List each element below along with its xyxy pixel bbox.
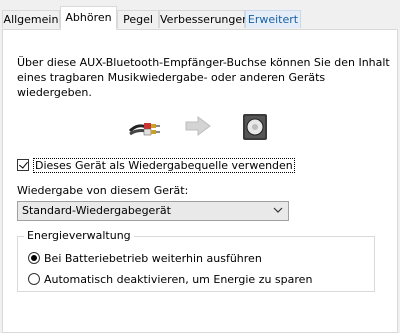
playback-device-select[interactable]: Standard-Wiedergabegerät <box>17 201 289 221</box>
tab-erweitert[interactable]: Erweitert <box>245 10 301 28</box>
audio-cable-icon <box>128 123 160 136</box>
chevron-down-icon <box>273 207 283 213</box>
description-line-2: eines tragbaren Musikwiedergabe- oder an… <box>17 71 326 84</box>
radio-label-auto-disable[interactable]: Automatisch deaktivieren, um Energie zu … <box>44 273 312 286</box>
description-line-3: wiedergeben. <box>17 86 92 99</box>
radio-button-auto-disable[interactable] <box>28 273 40 285</box>
tab-abhoeren[interactable]: Abhören <box>60 6 117 30</box>
speaker-icon <box>243 114 267 140</box>
listen-checkbox-label[interactable]: Dieses Gerät als Wiedergabequelle verwen… <box>33 157 295 173</box>
tab-strip: Allgemein Abhören Pegel Verbesserungen E… <box>0 0 400 30</box>
playback-device-value: Standard-Wiedergabegerät <box>22 204 171 217</box>
radio-keep-running[interactable]: Bei Batteriebetrieb weiterhin ausführen <box>28 251 262 265</box>
flow-illustration <box>128 112 273 142</box>
right-arrow-icon <box>185 116 211 136</box>
listen-checkbox-row[interactable]: Dieses Gerät als Wiedergabequelle verwen… <box>17 157 295 173</box>
radio-auto-disable[interactable]: Automatisch deaktivieren, um Energie zu … <box>28 272 312 286</box>
listen-checkbox[interactable] <box>17 159 29 171</box>
radio-label-keep-running[interactable]: Bei Batteriebetrieb weiterhin ausführen <box>44 252 262 265</box>
description-line-1: Über diese AUX-Bluetooth-Empfänger-Buchs… <box>17 56 390 69</box>
tab-pegel[interactable]: Pegel <box>117 10 159 28</box>
tab-allgemein[interactable]: Allgemein <box>2 10 60 28</box>
description-text: Über diese AUX-Bluetooth-Empfänger-Buchs… <box>17 55 390 100</box>
power-management-title: Energieverwaltung <box>24 229 134 242</box>
radio-button-keep-running[interactable] <box>28 252 40 264</box>
playback-device-label: Wiedergabe von diesem Gerät: <box>17 184 189 197</box>
tab-verbesserungen[interactable]: Verbesserungen <box>159 10 249 28</box>
